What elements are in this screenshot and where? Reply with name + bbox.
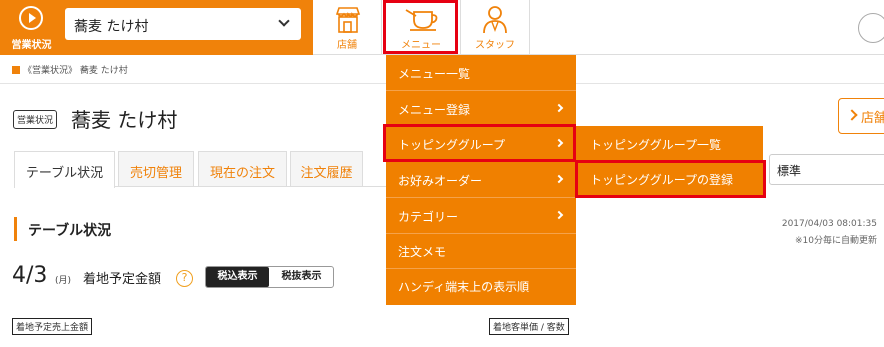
menu-item-list[interactable]: メニュー一覧: [386, 55, 576, 91]
submenu-item-topping-list[interactable]: トッピンググループ一覧: [576, 126, 763, 161]
menu-item-register[interactable]: メニュー登録: [386, 91, 576, 127]
store-select-value: 蕎麦 たけ村: [74, 19, 149, 35]
help-icon[interactable]: ?: [176, 270, 193, 287]
tab-order-history[interactable]: 注文履歴: [290, 151, 363, 187]
store-button[interactable]: 店舗: [838, 98, 884, 134]
tax-included-button[interactable]: 税込表示: [206, 267, 269, 287]
menu-item-label: メニュー一覧: [398, 67, 471, 81]
chevron-right-icon: [554, 103, 564, 113]
store-icon: [335, 7, 361, 33]
summary-date: 4/3: [12, 263, 48, 288]
menu-dropdown: メニュー一覧 メニュー登録 トッピンググループ お好みオーダー カテゴリー 注文…: [386, 55, 576, 305]
nav-tab-staff[interactable]: スタッフ: [461, 0, 530, 55]
section-accent: [14, 217, 17, 241]
chevron-right-icon: [846, 109, 858, 121]
status-button[interactable]: 営業状況: [0, 0, 63, 55]
staff-icon: [483, 6, 507, 34]
store-select[interactable]: 蕎麦 たけ村: [65, 8, 301, 40]
sort-select[interactable]: 標準: [769, 154, 884, 185]
section-title: テーブル状況: [28, 223, 112, 239]
menu-tab-highlight: [383, 0, 458, 54]
nav-tab-store-label: 店舗: [337, 40, 357, 51]
breadcrumb-text[interactable]: 《営業状況》 蕎麦 たけ村: [23, 66, 128, 76]
status-label: 営業状況: [11, 40, 52, 51]
tab-table-status[interactable]: テーブル状況: [14, 151, 115, 188]
home-icon[interactable]: [12, 66, 20, 74]
menu-item-label: ハンディ端末上の表示順: [398, 280, 530, 294]
page-title: 蕎麦 たけ村: [71, 108, 178, 132]
chevron-right-icon: [554, 174, 564, 184]
tab-current-orders[interactable]: 現在の注文: [198, 151, 287, 187]
updated-time: 2017/04/03 08:01:35: [781, 219, 877, 229]
submenu-item-highlight: [575, 160, 766, 198]
sales-label: 着地予定売上金額: [12, 318, 93, 335]
store-button-label: 店舗: [861, 111, 884, 126]
menu-item-highlight: [383, 124, 576, 162]
customer-label: 着地客単価 / 客数: [489, 318, 569, 335]
menu-item-handy-order[interactable]: ハンディ端末上の表示順: [386, 268, 576, 304]
chevron-down-icon: [278, 15, 290, 27]
breadcrumb: 《営業状況》 蕎麦 たけ村: [12, 63, 128, 76]
nav-tab-staff-label: スタッフ: [475, 40, 515, 51]
status-badge: 営業状況: [13, 110, 58, 129]
summary-day-of-week: (月): [55, 276, 72, 286]
updated-note: ※10分毎に自動更新: [795, 236, 877, 246]
nav-tab-store[interactable]: 店舗: [313, 0, 382, 55]
menu-item-category[interactable]: カテゴリー: [386, 198, 576, 234]
menu-item-custom-order[interactable]: お好みオーダー: [386, 162, 576, 198]
menu-item-label: お好みオーダー: [398, 174, 483, 188]
tab-soldout[interactable]: 売切管理: [118, 151, 194, 187]
menu-item-label: メニュー登録: [398, 103, 471, 117]
tax-excluded-button[interactable]: 税抜表示: [270, 267, 333, 287]
info-icon[interactable]: [858, 13, 884, 43]
menu-item-label: カテゴリー: [398, 210, 459, 224]
menu-item-order-memo[interactable]: 注文メモ: [386, 233, 576, 269]
play-circle-icon: [19, 6, 43, 30]
chevron-right-icon: [554, 210, 564, 220]
summary-label: 着地予定金額: [83, 272, 162, 287]
menu-item-label: 注文メモ: [398, 245, 447, 259]
